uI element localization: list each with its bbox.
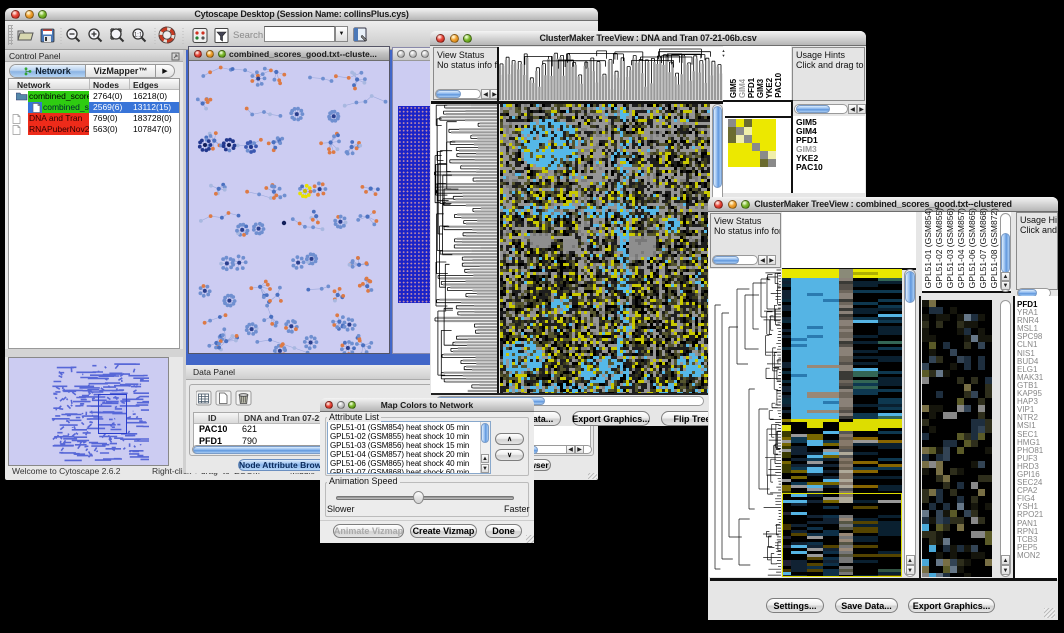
svg-text:1:1: 1:1 — [134, 33, 143, 39]
